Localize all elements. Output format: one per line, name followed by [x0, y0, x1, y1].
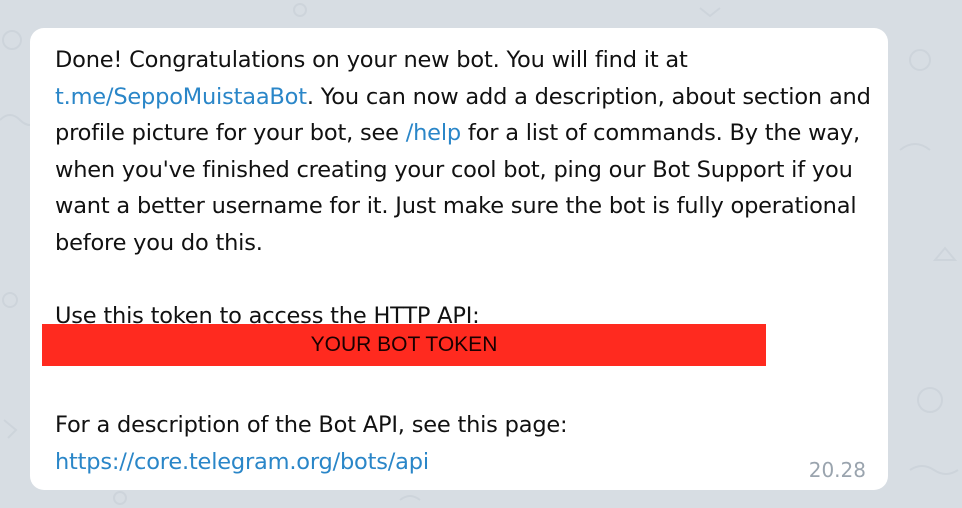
- message-bubble: Done! Congratulations on your new bot. Y…: [30, 28, 888, 490]
- message-paragraph-main: Done! Congratulations on your new bot. Y…: [55, 42, 875, 261]
- api-description-label: For a description of the Bot API, see th…: [55, 412, 568, 438]
- bot-link[interactable]: t.me/SeppoMuistaaBot: [55, 84, 307, 110]
- help-command-link[interactable]: /help: [406, 120, 461, 146]
- bot-api-link[interactable]: https://core.telegram.org/bots/api: [55, 449, 429, 475]
- message-timestamp: 20.28: [808, 458, 866, 482]
- message-text: Done! Congratulations on your new bot. Y…: [55, 42, 875, 480]
- bot-token-redaction: YOUR BOT TOKEN: [42, 324, 766, 366]
- message-intro-text: Done! Congratulations on your new bot. Y…: [55, 47, 688, 73]
